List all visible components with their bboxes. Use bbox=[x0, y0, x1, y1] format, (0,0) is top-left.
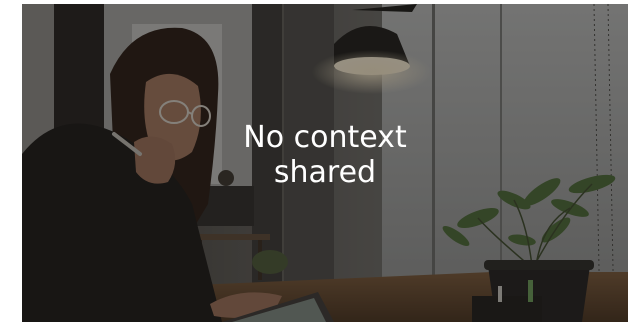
message-line-1: No context bbox=[243, 120, 407, 155]
no-context-message: No context shared bbox=[22, 120, 628, 190]
message-line-2: shared bbox=[273, 155, 377, 190]
image-card: No context shared bbox=[22, 4, 628, 322]
